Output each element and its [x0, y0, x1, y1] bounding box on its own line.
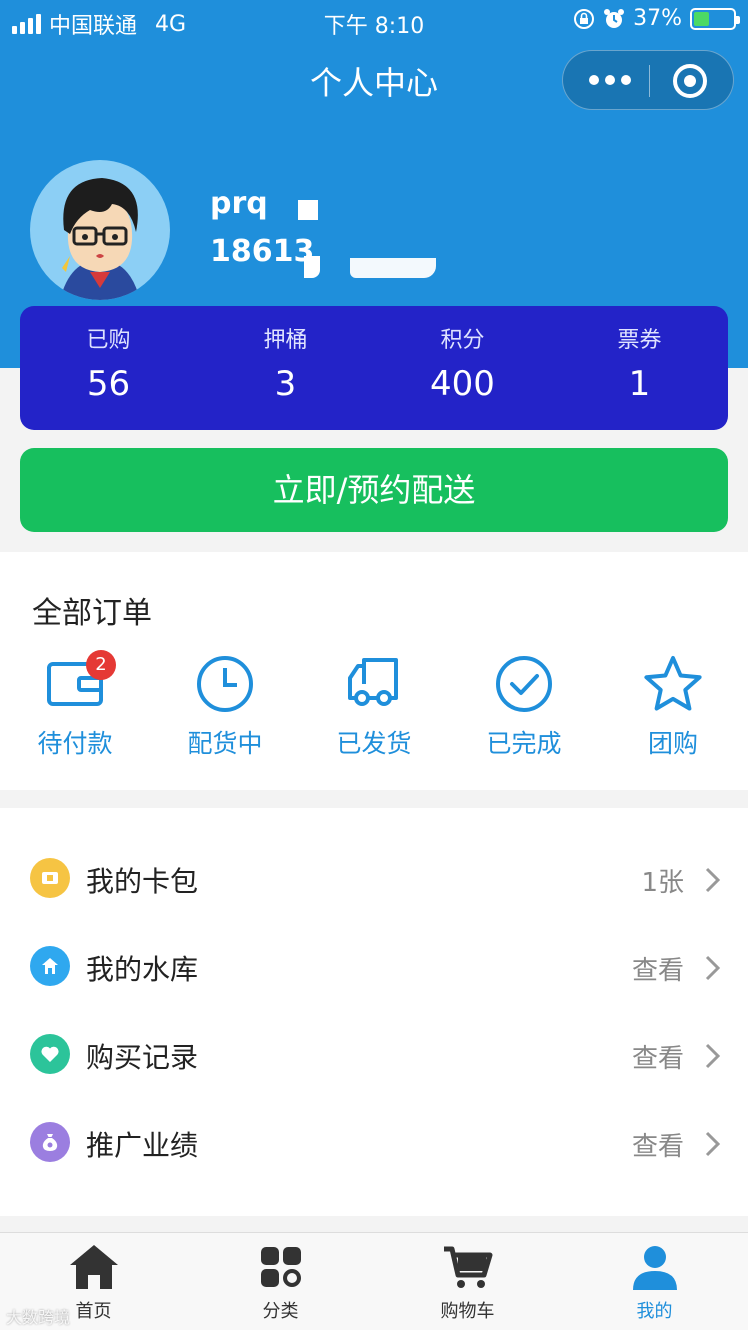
- menu-label: 推广业绩: [86, 1129, 199, 1162]
- close-miniprogram-icon[interactable]: [673, 64, 707, 98]
- stat-label: 积分: [440, 328, 485, 353]
- cartoon-avatar-icon: [60, 178, 140, 300]
- order-shipped[interactable]: 已发货: [299, 654, 449, 760]
- heart-icon: [30, 1034, 70, 1074]
- rotation-lock-icon: [574, 8, 595, 29]
- tab-label: 我的: [636, 1301, 673, 1322]
- menu-label: 我的卡包: [86, 865, 199, 898]
- stat-value: 3: [274, 364, 297, 404]
- stat-label: 已购: [86, 328, 131, 353]
- tab-bar: 首页 分类 购物车 我的: [0, 1232, 748, 1330]
- truck-icon: [348, 658, 398, 706]
- order-pending-payment[interactable]: 2 待付款: [0, 650, 150, 760]
- tab-label: 分类: [262, 1301, 299, 1322]
- chevron-right-icon: [705, 1131, 721, 1157]
- menu-item-card-wallet[interactable]: 我的卡包 1张: [0, 836, 748, 924]
- menu-value: 1张: [641, 868, 684, 898]
- tab-label: 购物车: [440, 1301, 495, 1322]
- stat-points[interactable]: 积分 400: [374, 306, 551, 430]
- chevron-right-icon: [705, 955, 721, 981]
- menu-value: 查看: [631, 1044, 684, 1074]
- deliver-now-button[interactable]: 立即/预约配送: [20, 448, 728, 532]
- miniprogram-capsule: [562, 50, 734, 110]
- cart-icon: [443, 1246, 492, 1288]
- menu-item-purchase-history[interactable]: 购买记录 查看: [0, 1012, 748, 1100]
- order-label: 已发货: [336, 729, 412, 758]
- stat-purchased[interactable]: 已购 56: [20, 306, 197, 430]
- stat-deposit-barrel[interactable]: 押桶 3: [197, 306, 374, 430]
- tab-mine[interactable]: 我的: [561, 1233, 748, 1330]
- status-bar: 中国联通 4G 下午 8:10 37%: [0, 0, 748, 42]
- check-circle-icon: [496, 656, 552, 712]
- stat-value: 400: [430, 364, 495, 404]
- phone-number: 18613: [210, 234, 315, 269]
- stat-label: 票券: [617, 328, 662, 353]
- money-bag-icon: [30, 1122, 70, 1162]
- more-icon[interactable]: [589, 75, 631, 85]
- clock-icon: [197, 656, 253, 712]
- tab-cart[interactable]: 购物车: [374, 1233, 561, 1330]
- menu-value: 查看: [631, 956, 684, 986]
- stat-value: 1: [628, 364, 651, 404]
- watermark: 大数跨境: [6, 1308, 71, 1327]
- pending-badge: 2: [86, 650, 116, 680]
- stat-value: 56: [86, 364, 131, 404]
- stat-coupons[interactable]: 票券 1: [551, 306, 728, 430]
- battery-icon: [690, 7, 740, 30]
- stats-panel: 已购 56 押桶 3 积分 400 票券 1: [20, 306, 728, 430]
- orders-title[interactable]: 全部订单: [32, 588, 152, 632]
- battery-percent: 37%: [633, 6, 682, 31]
- menu-label: 购买记录: [86, 1041, 199, 1074]
- menu-item-my-reservoir[interactable]: 我的水库 查看: [0, 924, 748, 1012]
- order-label: 待付款: [37, 729, 113, 758]
- orders-section: 全部订单 2 待付款 配货中 已发货 已完成 团购: [0, 552, 748, 790]
- stat-label: 押桶: [263, 328, 308, 353]
- menu-value: 查看: [631, 1132, 684, 1162]
- username: prq: [210, 186, 268, 221]
- category-icon: [260, 1247, 301, 1287]
- menu-list: 我的卡包 1张 我的水库 查看 购买记录 查看 推广业绩 查看: [0, 808, 748, 1216]
- chevron-right-icon: [705, 1043, 721, 1069]
- user-icon: [632, 1246, 677, 1290]
- redaction-mark: [298, 200, 318, 220]
- redaction-mark: [304, 256, 320, 278]
- order-label: 配货中: [187, 729, 263, 758]
- order-group-buy[interactable]: 团购: [598, 654, 748, 760]
- home-icon: [69, 1245, 118, 1289]
- order-label: 团购: [647, 729, 698, 758]
- order-label: 已完成: [486, 729, 562, 758]
- menu-item-promotion-performance[interactable]: 推广业绩 查看: [0, 1100, 748, 1188]
- chevron-right-icon: [705, 867, 721, 893]
- ticket-icon: [30, 858, 70, 898]
- redaction-mark: [350, 258, 436, 278]
- avatar[interactable]: [30, 160, 170, 300]
- order-completed[interactable]: 已完成: [449, 654, 599, 760]
- order-preparing[interactable]: 配货中: [150, 654, 300, 760]
- home-icon: [30, 946, 70, 986]
- menu-label: 我的水库: [86, 953, 199, 986]
- star-icon: [644, 656, 702, 711]
- tab-category[interactable]: 分类: [187, 1233, 374, 1330]
- alarm-icon: [604, 8, 625, 28]
- capsule-divider: [649, 65, 650, 97]
